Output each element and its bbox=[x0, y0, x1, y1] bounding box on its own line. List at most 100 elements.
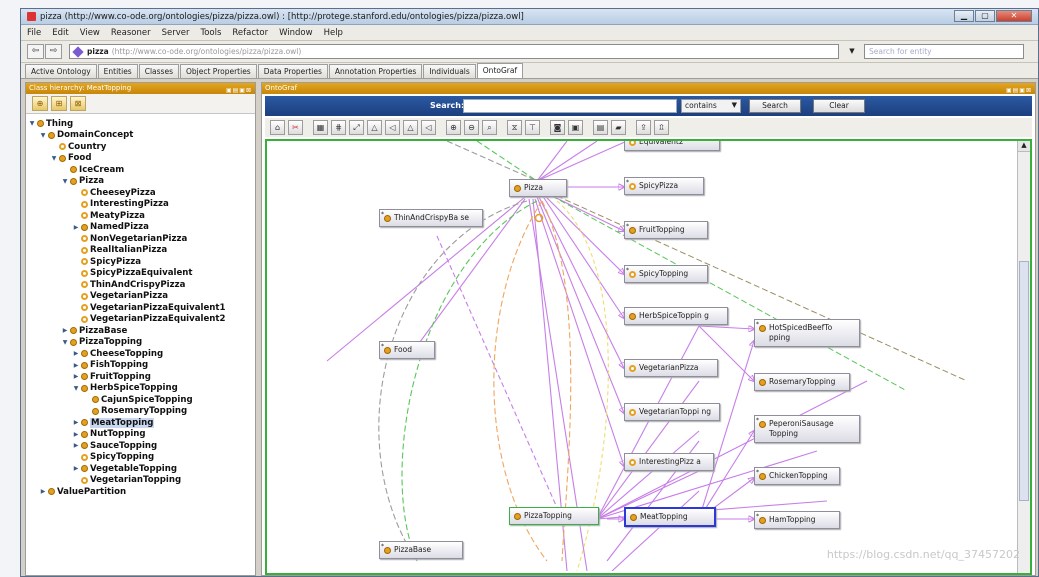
search-button[interactable]: Search bbox=[749, 99, 801, 113]
clear-button[interactable]: Clear bbox=[813, 99, 865, 113]
graph-node[interactable]: * PizzaBase bbox=[379, 541, 463, 559]
collapse-toggle-icon[interactable]: ▼ bbox=[72, 385, 80, 392]
class-tree-item[interactable]: NonVegetarianPizza bbox=[28, 233, 255, 245]
graph-node[interactable]: Pizza bbox=[509, 179, 567, 197]
ontology-selector[interactable]: pizza (http://www.co-ode.org/ontologies/… bbox=[69, 44, 839, 59]
add-subclass-icon[interactable]: ⊕ bbox=[32, 96, 48, 111]
menu-reasoner[interactable]: Reasoner bbox=[111, 28, 151, 38]
menu-refactor[interactable]: Refactor bbox=[232, 28, 268, 38]
graph-node[interactable]: MeatTopping bbox=[624, 507, 716, 527]
class-tree-item[interactable]: VegetarianTopping bbox=[28, 475, 255, 487]
save-icon[interactable]: ▤ bbox=[593, 120, 608, 135]
menu-server[interactable]: Server bbox=[162, 28, 190, 38]
class-tree-item[interactable]: ▶ NamedPizza bbox=[28, 222, 255, 234]
graph-node[interactable]: * HamTopping bbox=[754, 511, 840, 529]
radial-layout-icon[interactable]: ⤢ bbox=[349, 120, 364, 135]
graph-node[interactable]: VegetarianToppi ng bbox=[624, 403, 720, 421]
class-tree-item[interactable]: RealItalianPizza bbox=[28, 245, 255, 257]
graph-node[interactable]: PizzaTopping bbox=[509, 507, 599, 525]
expand-toggle-icon[interactable]: ▶ bbox=[72, 442, 80, 449]
search-mode-select[interactable]: contains ▼ bbox=[681, 99, 741, 113]
class-tree-item[interactable]: VegetarianPizzaEquivalent1 bbox=[28, 302, 255, 314]
expand-toggle-icon[interactable]: ▶ bbox=[72, 224, 80, 231]
class-tree-item[interactable]: SpicyPizzaEquivalent bbox=[28, 268, 255, 280]
grid-layout-icon[interactable]: ▦ bbox=[313, 120, 328, 135]
class-tree-item[interactable]: ThinAndCrispyPizza bbox=[28, 279, 255, 291]
graph-node[interactable]: HerbSpiceToppin g bbox=[624, 307, 728, 325]
zoom-in-icon[interactable]: ⊕ bbox=[446, 120, 461, 135]
vertical-scrollbar[interactable]: ▲ bbox=[1017, 141, 1030, 573]
graph-node[interactable]: * PeperoniSausage Topping bbox=[754, 415, 860, 443]
class-tree-item[interactable]: ▼ Thing bbox=[28, 118, 255, 130]
tab-ontograf[interactable]: OntoGraf bbox=[476, 63, 524, 78]
class-tree-item[interactable]: CajunSpiceTopping bbox=[28, 394, 255, 406]
expand-toggle-icon[interactable]: ▶ bbox=[72, 350, 80, 357]
entity-search-input[interactable]: Search for entity bbox=[864, 44, 1024, 59]
delete-class-icon[interactable]: ⊠ bbox=[70, 96, 86, 111]
forward-arrow-icon[interactable]: ⇨ bbox=[45, 44, 62, 59]
node-filter-icon[interactable]: ⧖ bbox=[507, 120, 522, 135]
menu-edit[interactable]: Edit bbox=[52, 28, 68, 38]
tree-horizontal-reverse-icon[interactable]: ◁ bbox=[421, 120, 436, 135]
class-tree-item[interactable]: SpicyTopping bbox=[28, 452, 255, 464]
graph-node[interactable]: * SpicyPizza bbox=[624, 177, 704, 195]
class-tree-item[interactable]: ▼ Food bbox=[28, 153, 255, 165]
expand-toggle-icon[interactable]: ▶ bbox=[72, 362, 80, 369]
export-dot-icon[interactable]: ⇫ bbox=[654, 120, 669, 135]
class-tree-item[interactable]: ▶ VegetableTopping bbox=[28, 463, 255, 475]
class-tree-item[interactable]: ▶ SauceTopping bbox=[28, 440, 255, 452]
graph-node[interactable]: Equivalent2 bbox=[624, 141, 720, 151]
chevron-down-icon[interactable]: ▼ bbox=[846, 45, 858, 58]
graph-canvas[interactable]: Equivalent2 Pizza * SpicyPizza * ThinAndCrisp… bbox=[265, 139, 1032, 575]
ontograf-view-buttons[interactable]: ▣▤▣⊠ bbox=[1006, 85, 1032, 96]
graph-node[interactable]: VegetarianPizza bbox=[624, 359, 718, 377]
class-tree-item[interactable]: RosemaryTopping bbox=[28, 406, 255, 418]
expand-toggle-icon[interactable]: ▶ bbox=[72, 419, 80, 426]
class-tree-item[interactable]: ▼ PizzaTopping bbox=[28, 337, 255, 349]
class-tree-item[interactable]: VegetarianPizzaEquivalent2 bbox=[28, 314, 255, 326]
expand-toggle-icon[interactable]: ▶ bbox=[39, 488, 47, 495]
class-tree-item[interactable]: ▶ NutTopping bbox=[28, 429, 255, 441]
class-tree-item[interactable]: ▼ DomainConcept bbox=[28, 130, 255, 142]
home-icon[interactable]: ⌂ bbox=[270, 120, 285, 135]
tab-entities[interactable]: Entities bbox=[97, 64, 138, 78]
class-tree-item[interactable]: ▶ FruitTopping bbox=[28, 371, 255, 383]
class-tree-item[interactable]: Country bbox=[28, 141, 255, 153]
expand-toggle-icon[interactable]: ▶ bbox=[72, 373, 80, 380]
graph-node[interactable]: * HotSpicedBeefTo pping bbox=[754, 319, 860, 347]
class-tree-item[interactable]: VegetarianPizza bbox=[28, 291, 255, 303]
expand-toggle-icon[interactable]: ▶ bbox=[72, 465, 80, 472]
graph-node[interactable]: * FruitTopping bbox=[624, 221, 708, 239]
scroll-up-arrow-icon[interactable]: ▲ bbox=[1018, 141, 1030, 152]
class-tree-item[interactable]: ▼ Pizza bbox=[28, 176, 255, 188]
graph-node[interactable]: InterestingPizz a bbox=[624, 453, 714, 471]
tab-data-properties[interactable]: Data Properties bbox=[257, 64, 328, 78]
class-tree-item[interactable]: ▶ FishTopping bbox=[28, 360, 255, 372]
class-tree-item[interactable]: ▶ PizzaBase bbox=[28, 325, 255, 337]
tree-horizontal-layout-icon[interactable]: ◁ bbox=[385, 120, 400, 135]
class-tree-item[interactable]: ▼ HerbSpiceTopping bbox=[28, 383, 255, 395]
graph-node[interactable]: * ThinAndCrispyBa se bbox=[379, 209, 483, 227]
spring-layout-icon[interactable]: ⋕ bbox=[331, 120, 346, 135]
open-folder-icon[interactable]: ▰ bbox=[611, 120, 626, 135]
remove-node-icon[interactable]: ✂ bbox=[288, 120, 303, 135]
menu-file[interactable]: File bbox=[27, 28, 41, 38]
graph-node[interactable]: RosemaryTopping bbox=[754, 373, 850, 391]
expand-toggle-icon[interactable]: ▶ bbox=[72, 431, 80, 438]
class-tree-item[interactable]: IceCream bbox=[28, 164, 255, 176]
class-tree-item[interactable]: CheeseyPizza bbox=[28, 187, 255, 199]
tab-object-properties[interactable]: Object Properties bbox=[180, 64, 257, 78]
graph-search-input[interactable] bbox=[463, 99, 677, 113]
tab-classes[interactable]: Classes bbox=[138, 64, 179, 78]
graph-node[interactable]: * SpicyTopping bbox=[624, 265, 708, 283]
back-arrow-icon[interactable]: ⇦ bbox=[27, 44, 44, 59]
collapse-toggle-icon[interactable]: ▼ bbox=[50, 155, 58, 162]
menu-tools[interactable]: Tools bbox=[200, 28, 221, 38]
menu-window[interactable]: Window bbox=[279, 28, 313, 38]
export-icon[interactable]: ⇪ bbox=[636, 120, 651, 135]
zoom-out-icon[interactable]: ⊖ bbox=[464, 120, 479, 135]
close-button[interactable]: ✕ bbox=[996, 10, 1032, 22]
expand-toggle-icon[interactable]: ▶ bbox=[61, 327, 69, 334]
menu-help[interactable]: Help bbox=[324, 28, 343, 38]
arc-filter-icon[interactable]: ⊤ bbox=[525, 120, 540, 135]
